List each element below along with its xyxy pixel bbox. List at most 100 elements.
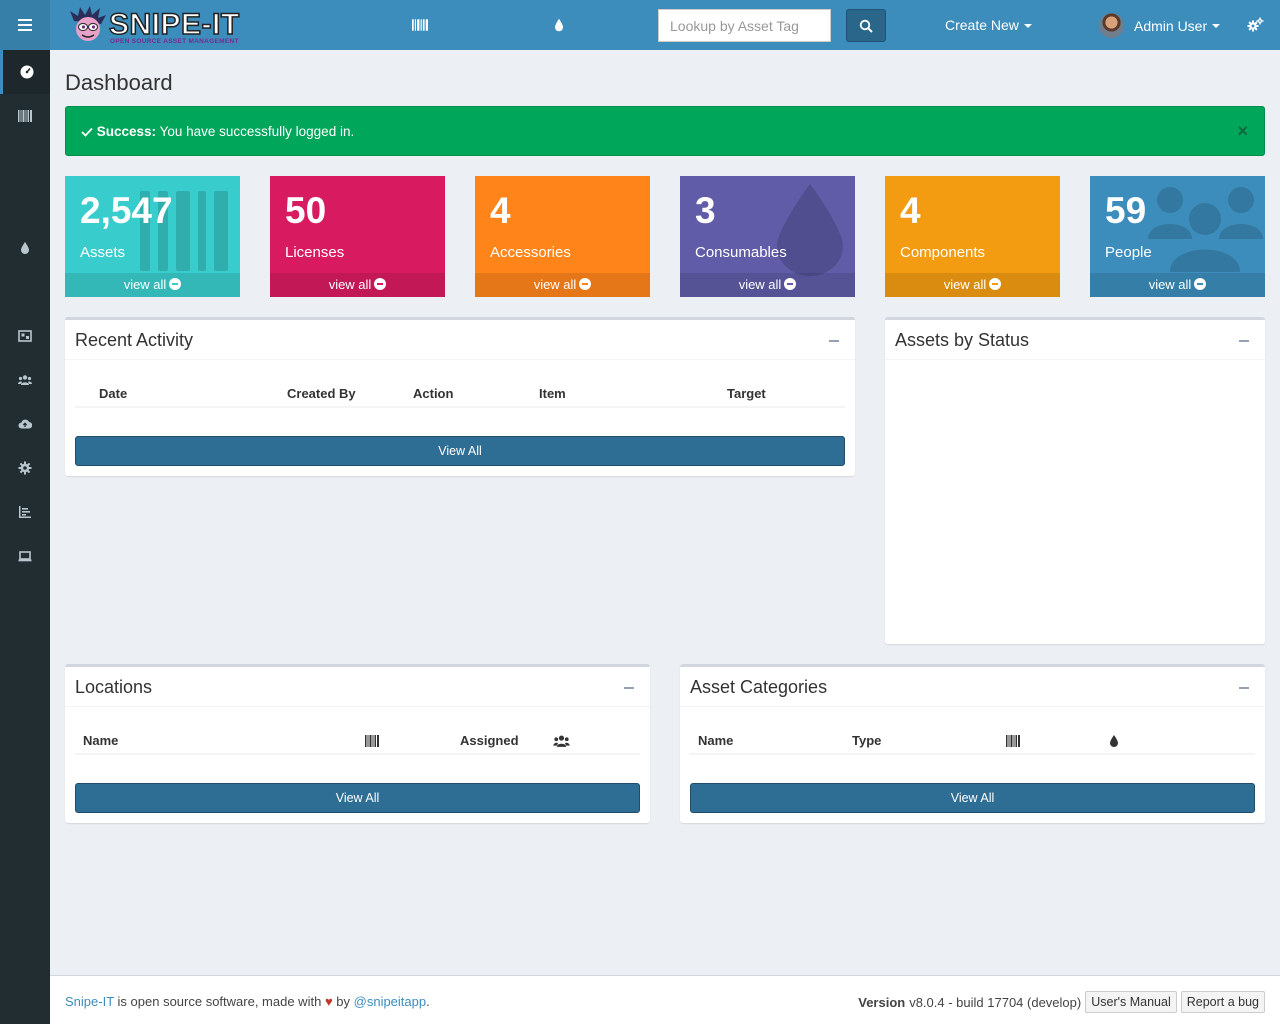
cog-icon	[18, 461, 32, 475]
sidebar-item-import[interactable]	[0, 402, 50, 446]
tile-label: Accessories	[490, 244, 571, 261]
tile-accessories[interactable]: 4 Accessories view all	[475, 176, 650, 297]
admin-cogs-icon[interactable]	[1247, 17, 1264, 33]
tile-components[interactable]: 4 Components view all	[885, 176, 1060, 297]
tile-label: Licenses	[285, 244, 345, 261]
caret-down-icon	[1212, 23, 1221, 28]
tint-icon[interactable]	[551, 17, 567, 33]
sidebar-item-reports[interactable]	[0, 490, 50, 534]
user-name: Admin User	[1134, 17, 1208, 34]
barcode-icon[interactable]	[365, 735, 379, 747]
create-new-label: Create New	[945, 17, 1019, 33]
user-menu-dropdown[interactable]: Admin User	[1099, 13, 1221, 38]
tile-label: People	[1105, 244, 1152, 261]
locations-box: Locations Name Assigned View All	[65, 664, 650, 823]
sidebar-item-requestable[interactable]	[0, 534, 50, 578]
view-all-label: view all	[738, 277, 782, 292]
column-header[interactable]: Name	[83, 733, 118, 748]
table-header: Name Type	[690, 727, 1255, 755]
column-header[interactable]: Name	[698, 733, 733, 748]
minus-icon[interactable]	[624, 687, 634, 689]
minus-icon[interactable]	[1239, 340, 1249, 342]
alert-close-button[interactable]: ×	[1237, 122, 1248, 140]
snipeitapp-link[interactable]: @snipeitapp	[354, 994, 426, 1009]
arrow-circle-right-icon	[374, 278, 387, 290]
minus-icon[interactable]	[829, 340, 839, 342]
footer-period: .	[426, 994, 430, 1009]
sidebar-toggle-button[interactable]	[0, 0, 50, 50]
users-icon	[18, 375, 32, 385]
create-new-dropdown[interactable]: Create New	[945, 17, 1032, 33]
dashboard-icon	[20, 65, 33, 79]
view-all-link[interactable]: view all	[1090, 273, 1265, 297]
column-header[interactable]: Action	[413, 386, 453, 401]
view-all-label: view all	[943, 277, 987, 292]
sidebar-item-locations[interactable]	[0, 314, 50, 358]
page-title: Dashboard	[65, 70, 173, 95]
column-header[interactable]: Item	[539, 386, 566, 401]
view-all-button[interactable]: View All	[75, 783, 640, 813]
view-all-label: view all	[123, 277, 167, 292]
tile-licenses[interactable]: 50 Licenses view all	[270, 176, 445, 297]
arrow-circle-right-icon	[1194, 278, 1207, 290]
report-bug-button[interactable]: Report a bug	[1180, 991, 1265, 1013]
column-header[interactable]: Created By	[287, 386, 356, 401]
tile-count: 50	[285, 190, 327, 231]
view-all-link[interactable]: view all	[680, 273, 855, 297]
page-footer: Snipe-IT is open source software, made w…	[50, 975, 1280, 1024]
view-all-button[interactable]: View All	[690, 783, 1255, 813]
sidebar-item-dashboard[interactable]	[0, 50, 50, 94]
table-header: Date Created By Action Item Target	[75, 380, 845, 408]
box-header: Assets by Status	[885, 320, 1265, 360]
minus-icon[interactable]	[1239, 687, 1249, 689]
column-header[interactable]: Target	[727, 386, 766, 401]
column-header[interactable]: Date	[99, 386, 127, 401]
view-all-link[interactable]: view all	[270, 273, 445, 297]
column-header[interactable]: Type	[852, 733, 881, 748]
view-all-button[interactable]: View All	[75, 436, 845, 466]
caret-down-icon	[1023, 24, 1032, 29]
arrow-circle-right-icon	[989, 278, 1002, 290]
logo-mascot-icon	[70, 6, 106, 41]
users-icon[interactable]	[553, 734, 570, 748]
view-all-link[interactable]: view all	[885, 273, 1060, 297]
heart-icon: ♥	[324, 994, 333, 1009]
cloud-upload-icon	[18, 419, 32, 429]
box-header: Asset Categories	[680, 667, 1265, 707]
sidebar-item-consumables[interactable]	[0, 226, 50, 270]
users-manual-button[interactable]: User's Manual	[1085, 991, 1177, 1013]
alert-message: You have successfully logged in.	[159, 124, 355, 139]
chart-icon	[19, 506, 31, 518]
search-button[interactable]	[846, 9, 886, 42]
sidebar-item-settings[interactable]	[0, 446, 50, 490]
tile-count: 2,547	[80, 190, 173, 231]
snipe-it-link[interactable]: Snipe-IT	[65, 994, 114, 1009]
logo[interactable]: SNIPE-IT OPEN SOURCE ASSET MANAGEMENT	[68, 4, 240, 46]
avatar	[1099, 13, 1124, 38]
tint-icon	[777, 184, 843, 276]
arrow-circle-right-icon	[579, 278, 592, 290]
logo-subtext: OPEN SOURCE ASSET MANAGEMENT	[110, 38, 239, 45]
sidebar-item-people[interactable]	[0, 358, 50, 402]
sidebar-item-assets[interactable]	[0, 94, 50, 138]
barcode-icon	[18, 110, 32, 122]
box-header: Recent Activity	[65, 320, 855, 360]
asset-tag-lookup-input[interactable]	[658, 9, 831, 42]
tile-assets[interactable]: 2,547 Assets view all	[65, 176, 240, 297]
tile-consumables[interactable]: 3 Consumables view all	[680, 176, 855, 297]
tint-icon	[21, 242, 29, 254]
view-all-link[interactable]: view all	[65, 273, 240, 297]
top-navbar: SNIPE-IT OPEN SOURCE ASSET MANAGEMENT Cr…	[50, 0, 1280, 50]
column-header[interactable]: Assigned	[460, 733, 519, 748]
barcode-icon[interactable]	[412, 17, 428, 33]
view-all-label: view all	[328, 277, 372, 292]
view-all-link[interactable]: view all	[475, 273, 650, 297]
footer-version: Version v8.0.4 - build 17704 (develop) U…	[858, 991, 1265, 1013]
tile-people[interactable]: 59 People view all	[1090, 176, 1265, 297]
table-header: Name Assigned	[75, 727, 640, 755]
tile-label: Assets	[80, 244, 126, 261]
version-label: Version	[858, 994, 906, 1010]
tile-count: 4	[900, 190, 921, 231]
tint-icon[interactable]	[1109, 734, 1119, 748]
barcode-icon[interactable]	[1006, 735, 1020, 747]
